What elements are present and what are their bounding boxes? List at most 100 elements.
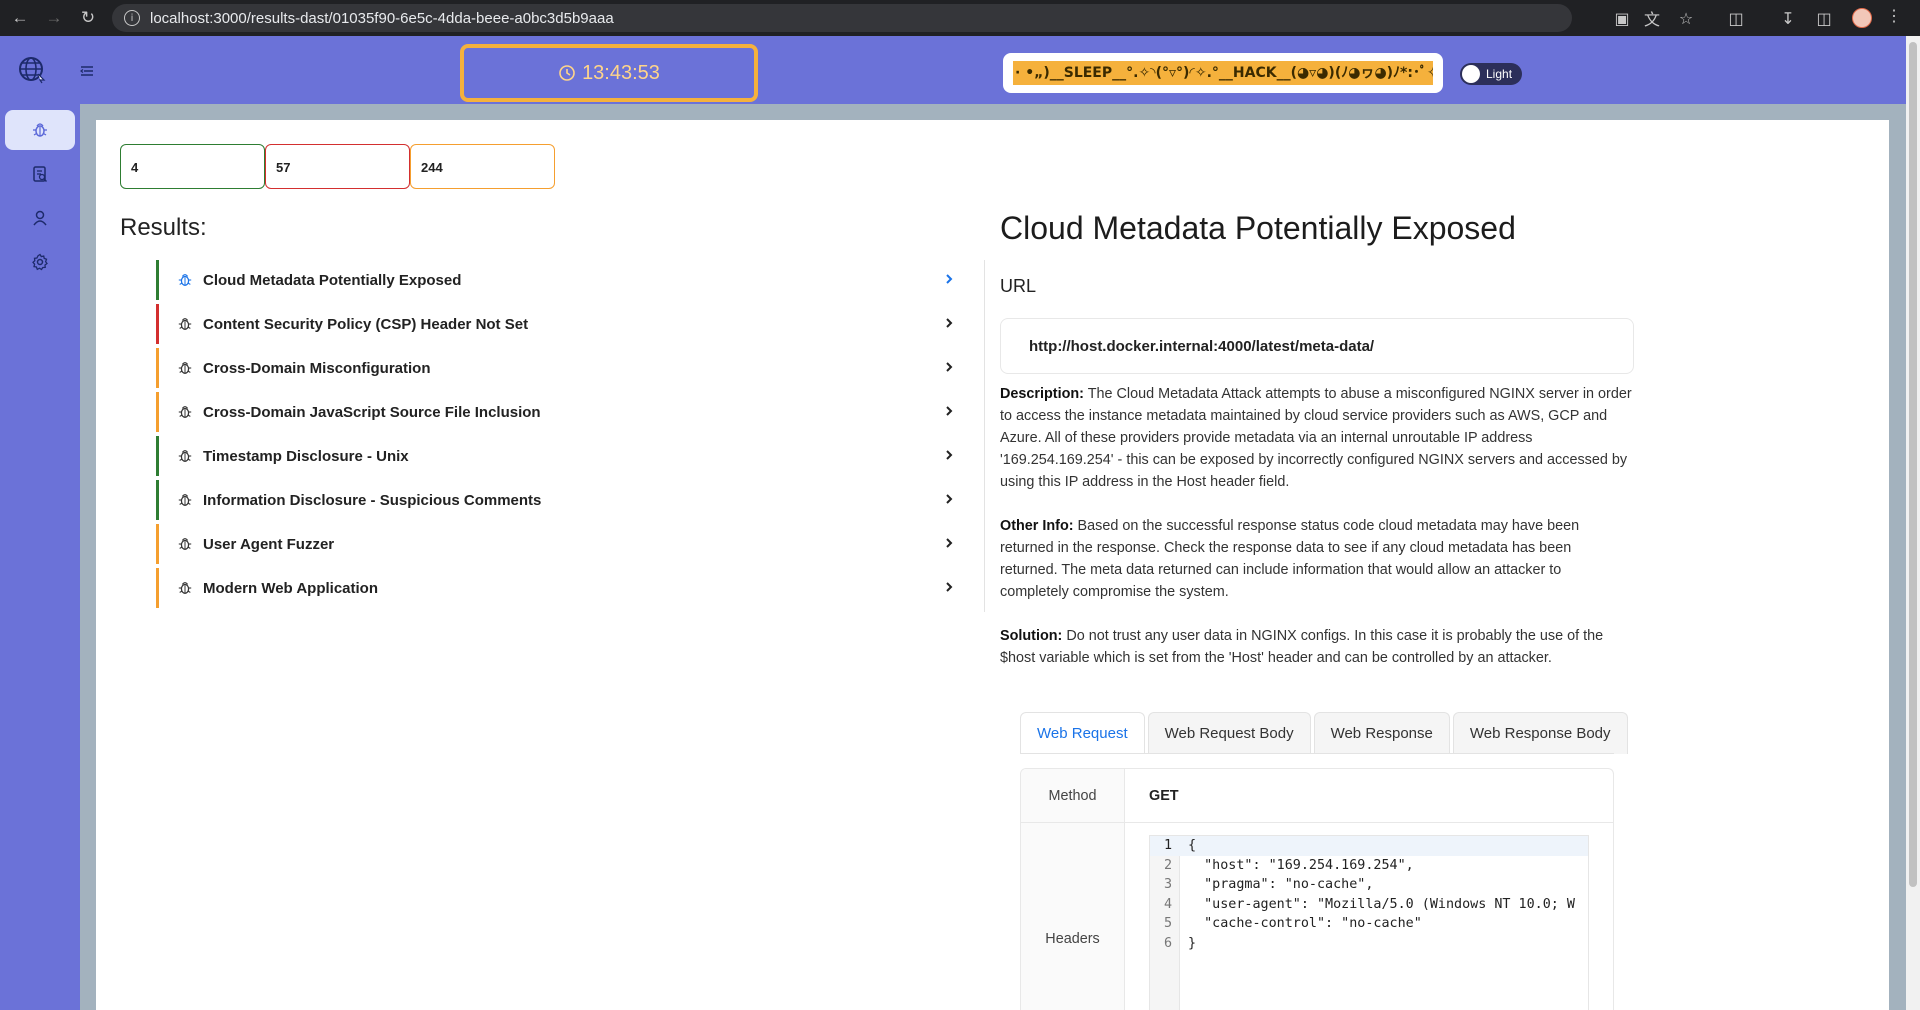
theme-toggle[interactable]: Light: [1460, 63, 1522, 85]
bug-icon: [178, 318, 192, 330]
code-line: 4 "user-agent": "Mozilla/5.0 (Windows NT…: [1150, 895, 1588, 915]
site-info-icon[interactable]: i: [124, 10, 140, 26]
result-title: Cross-Domain JavaScript Source File Incl…: [203, 403, 541, 421]
browser-toolbar: ← → ↻ i localhost:3000/results-dast/0103…: [0, 0, 1920, 36]
chevron-right-icon[interactable]: [942, 316, 956, 330]
sidebar-item-reports[interactable]: [5, 154, 75, 194]
code-text: {: [1188, 838, 1197, 853]
result-item[interactable]: Content Security Policy (CSP) Header Not…: [156, 304, 964, 344]
result-item[interactable]: Information Disclosure - Suspicious Comm…: [156, 480, 964, 520]
solution-text: Do not trust any user data in NGINX conf…: [1000, 628, 1604, 666]
sidebar: [0, 36, 80, 1010]
request-tabs: Web Request Web Request Body Web Respons…: [1020, 712, 1631, 754]
line-number: 3: [1163, 877, 1172, 892]
description-text: The Cloud Metadata Attack attempts to ab…: [1000, 386, 1632, 490]
code-text: "user-agent": "Mozilla/5.0 (Windows NT 1…: [1188, 896, 1575, 912]
code-text: "host": "169.254.169.254",: [1188, 857, 1414, 873]
result-item[interactable]: Cloud Metadata Potentially Exposed: [156, 260, 964, 300]
chevron-right-icon[interactable]: [942, 272, 956, 286]
results-heading: Results:: [120, 214, 207, 241]
chevron-right-icon[interactable]: [942, 360, 956, 374]
code-line: 6}: [1150, 934, 1588, 954]
side-panel-icon[interactable]: ◫: [1812, 6, 1836, 30]
bug-icon: [178, 582, 192, 594]
code-line: 2 "host": "169.254.169.254",: [1150, 856, 1588, 876]
gear-icon: [32, 253, 48, 271]
other-info-text: Based on the successful response status …: [1000, 518, 1580, 600]
results-list: Cloud Metadata Potentially Exposed Conten…: [156, 260, 964, 612]
browser-menu-icon[interactable]: ⋮: [1886, 6, 1902, 26]
result-title: Information Disclosure - Suspicious Comm…: [203, 491, 542, 509]
method-value: GET: [1149, 787, 1179, 804]
result-title: Cloud Metadata Potentially Exposed: [203, 271, 462, 289]
code-text: }: [1188, 935, 1197, 951]
tab-web-request[interactable]: Web Request: [1020, 712, 1145, 754]
install-app-icon[interactable]: ▣: [1610, 6, 1634, 30]
headers-code-editor[interactable]: 1{2 "host": "169.254.169.254", 3 "pragma"…: [1149, 835, 1589, 1010]
extensions-icon[interactable]: ◫: [1724, 6, 1748, 30]
timer-value: 13:43:53: [582, 61, 660, 84]
method-row: Method GET: [1021, 769, 1613, 823]
menu-toggle-icon[interactable]: [78, 62, 96, 80]
clock-icon: [559, 65, 575, 81]
bug-icon: [178, 450, 192, 462]
chevron-right-icon[interactable]: [942, 404, 956, 418]
translate-icon[interactable]: 文: [1640, 6, 1664, 30]
sidebar-item-settings[interactable]: [5, 242, 75, 282]
result-item[interactable]: Modern Web Application: [156, 568, 964, 608]
sidebar-item-users[interactable]: [5, 198, 75, 238]
profile-avatar[interactable]: [1852, 8, 1872, 28]
app-logo-icon[interactable]: [18, 56, 46, 84]
result-item[interactable]: Cross-Domain Misconfiguration: [156, 348, 964, 388]
bug-icon: [33, 123, 47, 137]
chevron-right-icon[interactable]: [942, 580, 956, 594]
tab-web-response-body[interactable]: Web Response Body: [1452, 712, 1628, 754]
bookmark-star-icon[interactable]: ☆: [1674, 6, 1698, 30]
user-icon: [33, 210, 47, 226]
address-url: localhost:3000/results-dast/01035f90-6e5…: [150, 9, 614, 27]
code-text: "pragma": "no-cache",: [1188, 877, 1374, 892]
toggle-knob: [1462, 65, 1480, 83]
forward-icon[interactable]: →: [40, 4, 68, 32]
scrollbar-thumb[interactable]: [1909, 42, 1917, 887]
sidebar-item-scans[interactable]: [5, 110, 75, 150]
bug-icon: [178, 362, 192, 374]
chevron-right-icon[interactable]: [942, 492, 956, 506]
description-paragraph: Description: The Cloud Metadata Attack a…: [1000, 383, 1632, 493]
other-info-paragraph: Other Info: Based on the successful resp…: [1000, 515, 1632, 603]
bug-icon: [178, 274, 192, 286]
tab-web-request-body[interactable]: Web Request Body: [1147, 712, 1311, 754]
column-divider: [984, 260, 985, 612]
status-marquee: · •„)__SLEEP__°.✧◝(°▿°)◜✧.°__HACK__(◕▿◕)…: [1003, 53, 1443, 93]
line-number: 2: [1163, 857, 1172, 873]
chevron-right-icon[interactable]: [942, 536, 956, 550]
result-item[interactable]: Timestamp Disclosure - Unix: [156, 436, 964, 476]
back-icon[interactable]: ←: [6, 4, 34, 32]
url-label: URL: [1000, 276, 1037, 296]
line-number: 5: [1163, 916, 1172, 931]
marquee-text: · •„)__SLEEP__°.✧◝(°▿°)◜✧.°__HACK__(◕▿◕)…: [1013, 61, 1433, 85]
tab-web-response[interactable]: Web Response: [1313, 712, 1450, 754]
description-label: Description:: [1000, 386, 1084, 402]
result-title: Modern Web Application: [203, 579, 378, 597]
headers-row: Headers 1{2 "host": "169.254.169.254", 3 …: [1021, 823, 1613, 1010]
chevron-right-icon[interactable]: [942, 448, 956, 462]
result-item[interactable]: User Agent Fuzzer: [156, 524, 964, 564]
result-item[interactable]: Cross-Domain JavaScript Source File Incl…: [156, 392, 964, 432]
stat-high-count: 57: [265, 144, 410, 189]
line-number: 1: [1163, 838, 1172, 853]
line-number: 6: [1163, 935, 1172, 951]
stat-low-count: 4: [120, 144, 265, 189]
url-value: http://host.docker.internal:4000/latest/…: [1029, 337, 1375, 355]
code-text: "cache-control": "no-cache": [1188, 916, 1422, 931]
tabs-divider: [1020, 753, 1614, 754]
report-icon: [33, 166, 48, 183]
request-table: Method GET Headers 1{2 "host": "169.254.…: [1020, 768, 1614, 1010]
download-icon[interactable]: ↧: [1776, 6, 1800, 30]
stat-medium-count: 244: [410, 144, 555, 189]
reload-icon[interactable]: ↻: [74, 4, 102, 32]
result-title: Cross-Domain Misconfiguration: [203, 359, 431, 377]
address-bar[interactable]: i localhost:3000/results-dast/01035f90-6…: [112, 4, 1572, 32]
result-title: Content Security Policy (CSP) Header Not…: [203, 315, 529, 333]
url-card: http://host.docker.internal:4000/latest/…: [1000, 318, 1634, 374]
